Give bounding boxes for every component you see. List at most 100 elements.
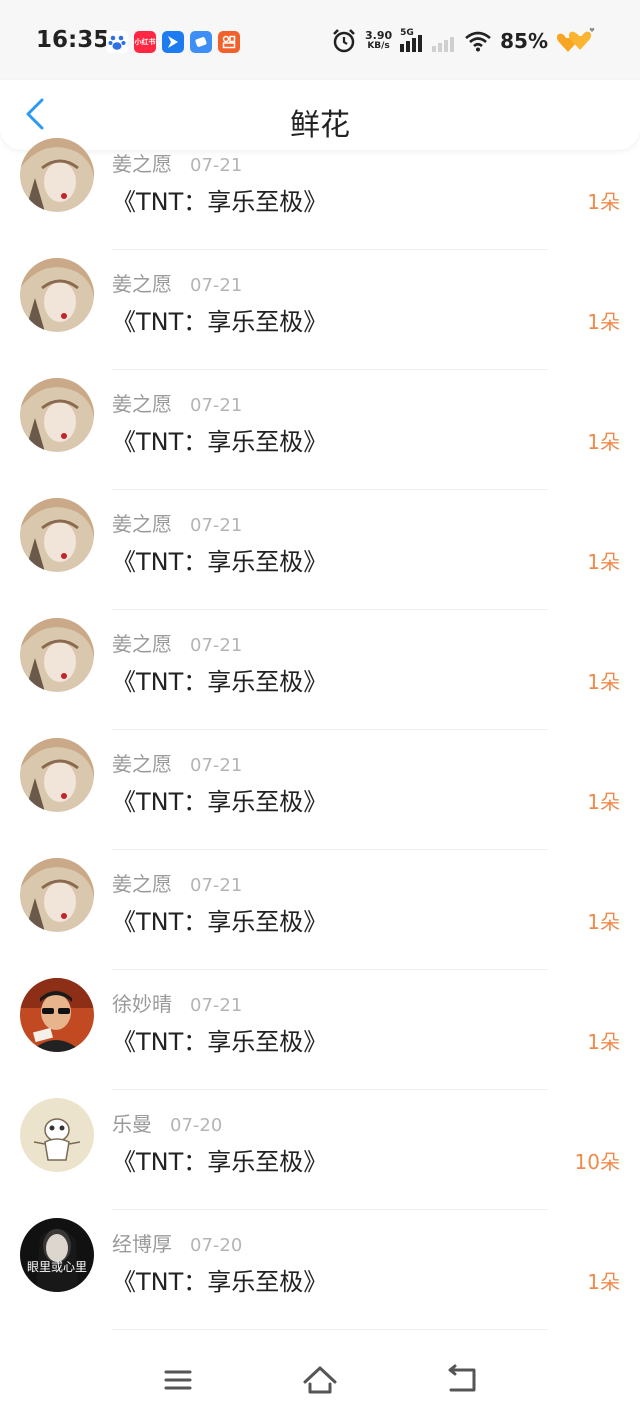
list-item[interactable]: 姜之愿 07-21 《TNT：享乐至极》 1朵 [0, 490, 640, 610]
signal-5g-icon: 5G [400, 28, 424, 52]
list-item[interactable]: 姜之愿 07-21 《TNT：享乐至极》 1朵 [0, 610, 640, 730]
orange-app-icon [218, 31, 240, 53]
baidu-app-icon [106, 31, 128, 53]
user-name[interactable]: 徐妙晴 [112, 988, 172, 1017]
avatar[interactable] [20, 498, 94, 572]
user-name[interactable]: 姜之愿 [112, 628, 172, 657]
item-meta: 姜之愿 07-21 [112, 268, 242, 297]
book-title[interactable]: 《TNT：享乐至极》 [112, 182, 327, 217]
list-item[interactable]: 徐妙晴 07-21 《TNT：享乐至极》 1朵 [0, 970, 640, 1090]
item-meta: 徐妙晴 07-21 [112, 988, 242, 1017]
user-name[interactable]: 乐曼 [112, 1108, 152, 1137]
list-item[interactable]: 姜之愿 07-21 《TNT：享乐至极》 1朵 [0, 370, 640, 490]
signal-secondary-icon [432, 30, 456, 52]
post-date: 07-21 [190, 395, 243, 416]
book-title[interactable]: 《TNT：享乐至极》 [112, 782, 327, 817]
status-bar: 16:35 小红书 3.90 KB/s 5G 85% [0, 0, 640, 80]
status-indicators: 3.90 KB/s 5G 85% [331, 26, 600, 56]
flower-count: 1朵 [587, 310, 620, 334]
flower-list: 姜之愿 07-21 《TNT：享乐至极》 1朵 姜之愿 07-21 《TNT：享… [0, 138, 640, 1330]
item-meta: 姜之愿 07-21 [112, 748, 242, 777]
book-title[interactable]: 《TNT：享乐至极》 [112, 902, 327, 937]
list-item[interactable]: 姜之愿 07-21 《TNT：享乐至极》 1朵 [0, 130, 640, 250]
menu-icon [164, 1370, 192, 1390]
item-meta: 经博厚 07-20 [112, 1228, 242, 1257]
battery-hearts-icon [556, 27, 595, 52]
back-nav-button[interactable] [442, 1362, 482, 1398]
item-meta: 姜之愿 07-21 [112, 628, 242, 657]
post-date: 07-21 [190, 155, 243, 176]
book-title[interactable]: 《TNT：享乐至极》 [112, 1262, 327, 1297]
post-date: 07-21 [190, 755, 243, 776]
post-date: 07-21 [190, 515, 243, 536]
post-date: 07-20 [190, 1235, 243, 1256]
flower-count: 1朵 [587, 910, 620, 934]
list-item[interactable]: 姜之愿 07-21 《TNT：享乐至极》 1朵 [0, 730, 640, 850]
post-date: 07-20 [170, 1115, 223, 1136]
list-item[interactable]: 乐曼 07-20 《TNT：享乐至极》 10朵 [0, 1090, 640, 1210]
book-title[interactable]: 《TNT：享乐至极》 [112, 1142, 327, 1177]
avatar[interactable] [20, 738, 94, 812]
avatar[interactable] [20, 1098, 94, 1172]
user-name[interactable]: 经博厚 [112, 1228, 172, 1257]
post-date: 07-21 [190, 635, 243, 656]
item-meta: 姜之愿 07-21 [112, 508, 242, 537]
back-arrow-icon [448, 1364, 476, 1392]
item-meta: 乐曼 07-20 [112, 1108, 222, 1137]
flower-count: 1朵 [587, 790, 620, 814]
user-name[interactable]: 姜之愿 [112, 868, 172, 897]
xiaohongshu-app-icon: 小红书 [134, 31, 156, 53]
item-meta: 姜之愿 07-21 [112, 388, 242, 417]
blue-app-icon [162, 31, 184, 53]
book-title[interactable]: 《TNT：享乐至极》 [112, 662, 327, 697]
avatar[interactable] [20, 978, 94, 1052]
book-title[interactable]: 《TNT：享乐至极》 [112, 542, 327, 577]
avatar[interactable] [20, 258, 94, 332]
screen: 16:35 小红书 3.90 KB/s 5G 85% 鲜花 姜之愿 07-21 … [0, 0, 640, 1422]
avatar-caption: 眼里或心里 [26, 1260, 87, 1274]
menu-button[interactable] [158, 1362, 198, 1398]
flower-count: 1朵 [587, 190, 620, 214]
post-date: 07-21 [190, 275, 243, 296]
alarm-icon [333, 29, 355, 53]
book-title[interactable]: 《TNT：享乐至极》 [112, 302, 327, 337]
avatar[interactable] [20, 378, 94, 452]
network-speed: 3.90 KB/s [365, 30, 392, 52]
list-item[interactable]: 姜之愿 07-21 《TNT：享乐至极》 1朵 [0, 850, 640, 970]
flower-count: 1朵 [587, 1030, 620, 1054]
battery-level: 85% [500, 29, 548, 53]
avatar[interactable] [20, 138, 94, 212]
post-date: 07-21 [190, 875, 243, 896]
flower-count: 1朵 [587, 1270, 620, 1294]
item-meta: 姜之愿 07-21 [112, 148, 242, 177]
flower-count: 1朵 [587, 430, 620, 454]
wifi-icon [465, 31, 491, 52]
user-name[interactable]: 姜之愿 [112, 148, 172, 177]
cloud-app-icon [190, 31, 212, 53]
user-name[interactable]: 姜之愿 [112, 748, 172, 777]
status-time: 16:35 [36, 27, 110, 53]
network-speed-value: 3.90 [364, 29, 393, 42]
avatar[interactable] [20, 618, 94, 692]
list-item[interactable]: 姜之愿 07-21 《TNT：享乐至极》 1朵 [0, 250, 640, 370]
network-speed-unit: KB/s [367, 41, 390, 51]
flower-count: 1朵 [587, 550, 620, 574]
item-meta: 姜之愿 07-21 [112, 868, 242, 897]
user-name[interactable]: 姜之愿 [112, 388, 172, 417]
book-title[interactable]: 《TNT：享乐至极》 [112, 1022, 327, 1057]
home-button[interactable] [300, 1362, 340, 1398]
system-nav-bar [0, 1334, 640, 1422]
notification-icons: 小红书 [106, 31, 240, 53]
flower-count: 1朵 [587, 670, 620, 694]
avatar[interactable]: 眼里或心里 [20, 1218, 94, 1292]
user-name[interactable]: 姜之愿 [112, 268, 172, 297]
divider [112, 1329, 548, 1330]
user-name[interactable]: 姜之愿 [112, 508, 172, 537]
list-item[interactable]: 眼里或心里 经博厚 07-20 《TNT：享乐至极》 1朵 [0, 1210, 640, 1330]
avatar[interactable] [20, 858, 94, 932]
flower-count: 10朵 [574, 1150, 620, 1174]
home-icon [303, 1366, 337, 1394]
post-date: 07-21 [190, 995, 243, 1016]
book-title[interactable]: 《TNT：享乐至极》 [112, 422, 327, 457]
network-type-label: 5G [400, 28, 414, 38]
